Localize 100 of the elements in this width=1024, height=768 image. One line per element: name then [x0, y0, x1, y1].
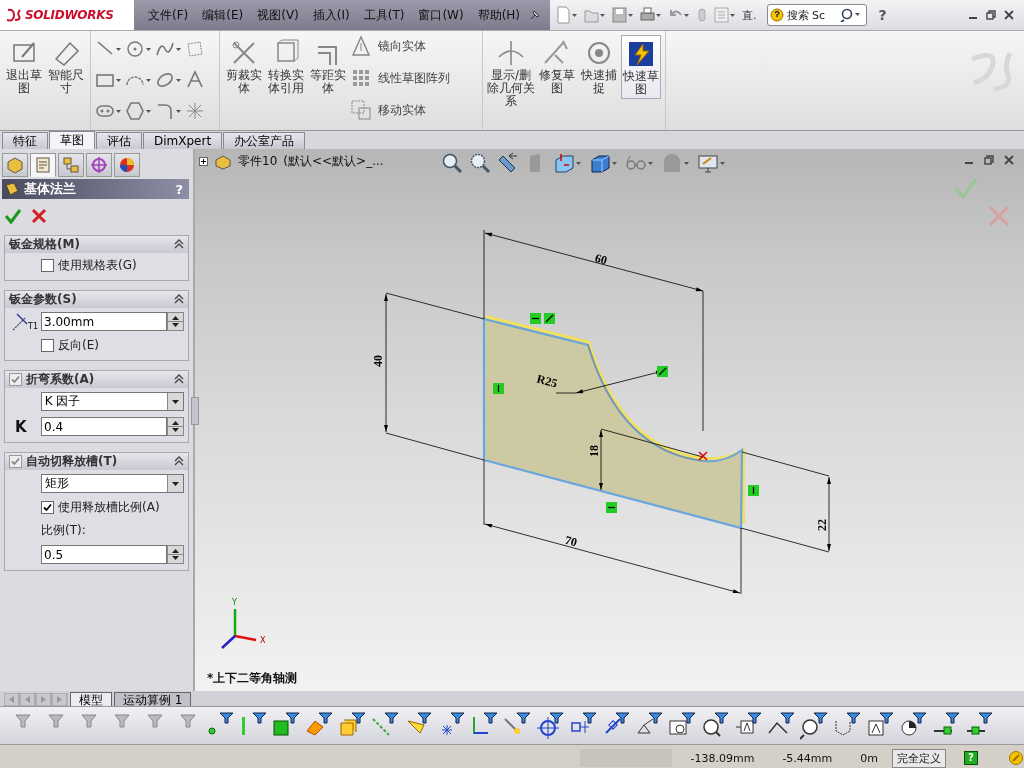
color-sphere-icon: [118, 156, 136, 174]
relation-icon: [748, 485, 759, 496]
expand-icon[interactable]: [199, 157, 208, 166]
number-field[interactable]: 0.4: [41, 417, 167, 436]
panel-tab[interactable]: [86, 153, 112, 177]
dimension-value[interactable]: 22: [815, 519, 829, 531]
menu-item[interactable]: 插入(I): [306, 3, 356, 27]
search-icon[interactable]: [839, 8, 862, 22]
printer-icon[interactable]: [640, 6, 663, 24]
dimension-value[interactable]: R25: [535, 371, 559, 391]
checkbox[interactable]: [41, 259, 54, 272]
restore-icon[interactable]: [986, 10, 996, 20]
y-coordinate: -5.44mm: [781, 751, 834, 765]
group-title: 钣金规格(M): [9, 236, 80, 253]
menu-item[interactable]: 文件(F): [142, 3, 195, 27]
part-name[interactable]: 零件10: [238, 153, 278, 170]
panel-tab[interactable]: [2, 153, 28, 177]
ribbon-button[interactable]: 移动实体: [350, 99, 478, 121]
zoom-to-fit-icon[interactable]: [441, 152, 463, 174]
panel-tab[interactable]: [58, 153, 84, 177]
group-checkbox[interactable]: [9, 373, 22, 386]
spin-arrows-icon: [168, 546, 183, 563]
bottom-tab[interactable]: 模型: [70, 692, 112, 706]
triad-icon: [221, 609, 257, 649]
zoom-area-icon[interactable]: [469, 152, 491, 174]
configuration-name: (默认<<默认>_...: [283, 153, 384, 170]
x-coordinate: -138.09mm: [689, 751, 756, 765]
search-field[interactable]: 搜索 Sc: [766, 4, 867, 26]
help-button[interactable]: ?: [878, 7, 887, 23]
ribbon-button[interactable]: 快速捕捉: [579, 35, 619, 97]
collapse-icon[interactable]: [174, 456, 184, 466]
ribbon-button[interactable]: 转换实体引用: [266, 35, 306, 97]
circle-filter-icon[interactable]: [536, 710, 564, 741]
relation-icon: [493, 383, 504, 394]
number-field[interactable]: 0.5: [41, 545, 167, 564]
command-tab[interactable]: DimXpert: [143, 132, 223, 149]
axis-label: X: [260, 636, 266, 645]
command-tab[interactable]: 特征: [2, 132, 48, 149]
close-icon[interactable]: [1004, 155, 1014, 165]
command-tab[interactable]: 评估: [96, 132, 142, 149]
relation-icon: [606, 502, 617, 513]
ok-check-icon[interactable]: [4, 207, 22, 225]
monitor-icon[interactable]: [697, 152, 727, 174]
group-title: 折弯系数(A): [26, 371, 95, 388]
save-icon[interactable]: [612, 6, 635, 24]
menu-item[interactable]: 编辑(E): [196, 3, 250, 27]
ribbon-button[interactable]: 显示/删除几何关系: [487, 35, 535, 110]
spin-button[interactable]: [167, 312, 184, 331]
collapse-icon[interactable]: [174, 239, 184, 249]
view-orientation-icon[interactable]: [553, 152, 583, 174]
relation-icon: [657, 366, 668, 377]
restore-icon[interactable]: [984, 155, 994, 165]
field-label: 比例(T):: [40, 522, 87, 539]
group-title: 钣金参数(S): [9, 291, 77, 308]
menu-item[interactable]: 工具(T): [357, 3, 411, 27]
checkbox[interactable]: [41, 339, 54, 352]
relation-icon: [544, 313, 555, 324]
collapse-icon[interactable]: [174, 294, 184, 304]
dimension-value[interactable]: 18: [587, 445, 601, 457]
command-tab[interactable]: 办公室产品: [223, 132, 306, 149]
previous-view-icon[interactable]: [497, 152, 519, 174]
thickness-field[interactable]: 3.00mm: [41, 312, 167, 331]
checkbox-label: 使用规格表(G): [58, 257, 137, 274]
ribbon-button[interactable]: 剪裁实体: [224, 35, 264, 97]
balloon-filter-icon[interactable]: [800, 710, 828, 741]
ribbon-button[interactable]: 退出草图: [4, 35, 44, 97]
ribbon-button[interactable]: 智能尺寸: [46, 35, 86, 97]
menu-item[interactable]: 帮助(H): [471, 3, 527, 27]
close-icon[interactable]: [1004, 10, 1014, 20]
dimension-value[interactable]: 60: [593, 250, 609, 268]
dimension-value[interactable]: 70: [563, 532, 579, 550]
collapse-icon[interactable]: [174, 374, 184, 384]
icon-label: T1: [28, 321, 38, 331]
menu-item[interactable]: 视图(V): [251, 3, 305, 27]
bottom-tab[interactable]: 运动算例 1: [114, 692, 192, 706]
dropdown[interactable]: 矩形: [40, 474, 184, 493]
group-title: 自动切释放槽(T): [26, 453, 118, 470]
spin-arrows-icon: [168, 313, 183, 330]
ribbon-button[interactable]: 快速草图: [621, 35, 661, 99]
panel-tab[interactable]: [30, 153, 56, 177]
display-style-icon[interactable]: [589, 152, 619, 174]
ribbon-button[interactable]: 线性草图阵列: [350, 67, 478, 89]
dimension-value[interactable]: 40: [371, 355, 385, 367]
menu-item[interactable]: 窗口(W): [412, 3, 470, 27]
command-tab[interactable]: 草图: [49, 131, 95, 149]
rebuild-icon[interactable]: [1008, 750, 1024, 766]
ribbon-button[interactable]: 等距实体: [308, 35, 348, 97]
checkbox[interactable]: [41, 501, 54, 514]
search-input[interactable]: 搜索 Sc: [786, 8, 837, 22]
panel-tab[interactable]: [114, 153, 140, 177]
checkbox-label: 使用释放槽比例(A): [58, 499, 160, 516]
spin-button[interactable]: [167, 545, 184, 564]
view-label: *上下二等角轴测: [207, 670, 298, 687]
spin-button[interactable]: [167, 417, 184, 436]
group-checkbox[interactable]: [9, 455, 22, 468]
new-document-icon[interactable]: [556, 6, 579, 24]
dropdown[interactable]: K 因子: [40, 392, 184, 411]
ribbon-button[interactable]: 修复草图: [537, 35, 577, 97]
ribbon-button[interactable]: 镜向实体: [350, 35, 478, 57]
cancel-icon[interactable]: [30, 207, 48, 225]
